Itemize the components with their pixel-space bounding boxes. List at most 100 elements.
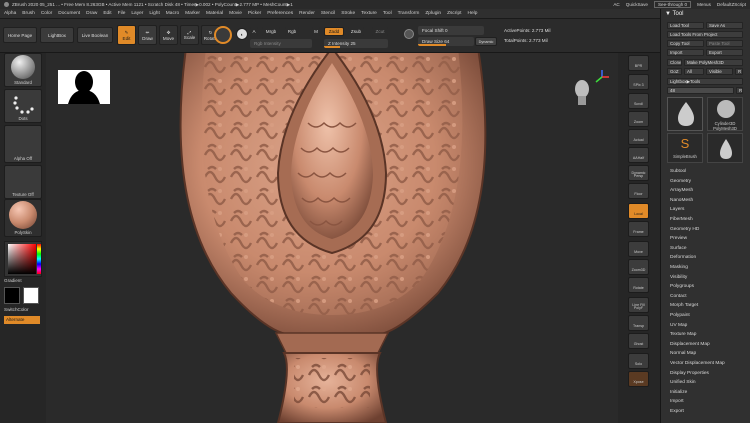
tool-menu-uv-map[interactable]: UV Map (670, 321, 687, 330)
zcut-toggle[interactable]: Zcut (372, 27, 388, 36)
tool-menu-vector-displacement-map[interactable]: Vector Displacement Map (670, 359, 725, 368)
secondary-color-swatch[interactable] (23, 287, 39, 304)
menu-item-render[interactable]: Render (299, 11, 315, 16)
shelf-ghost-button[interactable]: Ghost (628, 333, 649, 349)
lightbox-tools-button[interactable]: Lightbox▶Tools (667, 78, 743, 85)
gradient-label[interactable]: Gradient (4, 278, 22, 283)
shelf-local-button[interactable]: Local (628, 203, 649, 219)
menu-item-light[interactable]: Light (149, 11, 159, 16)
export-button[interactable]: Export (706, 49, 743, 56)
menu-item-draw[interactable]: Draw (86, 11, 97, 16)
menu-item-marker[interactable]: Marker (185, 11, 200, 16)
brush-mode-icon[interactable] (214, 26, 232, 44)
r-button[interactable]: R (735, 68, 743, 75)
color-mode-icon[interactable]: ◐ (236, 28, 248, 40)
rgb-toggle[interactable]: Rgb (285, 27, 299, 36)
dynamic-button[interactable]: Dynamic (475, 37, 497, 46)
menu-item-transform[interactable]: Transform (398, 11, 420, 16)
menu-item-stroke[interactable]: Stroke (341, 11, 355, 16)
tool-menu-visibility[interactable]: Visibility (670, 273, 687, 282)
shelf-spix-3-button[interactable]: SPix 3 (628, 74, 649, 90)
import-button[interactable]: Import (667, 49, 704, 56)
menu-item-zscript[interactable]: Zscript (447, 11, 461, 16)
menu-item-material[interactable]: Material (206, 11, 223, 16)
shelf-bpr-button[interactable]: BPR (628, 55, 649, 71)
shelf-transp-button[interactable]: Transp (628, 315, 649, 331)
alternate-button[interactable]: Alternate (4, 316, 40, 324)
texture-off-button[interactable]: Texture Off (4, 165, 42, 199)
see-through-slider[interactable]: See-through 0 (653, 1, 692, 8)
load-tool-button[interactable]: Load Tool (667, 22, 704, 29)
move-button[interactable]: ✥ Move (159, 25, 178, 45)
shelf-zoom-button[interactable]: Zoom (628, 111, 649, 127)
ac-button[interactable]: AC (613, 2, 619, 7)
zsub-toggle[interactable]: Zsub (348, 27, 364, 36)
live-boolean-button[interactable]: Live Boolean (77, 27, 113, 43)
menu-item-preferences[interactable]: Preferences (267, 11, 293, 16)
tool-menu-normal-map[interactable]: Normal Map (670, 349, 696, 358)
current-tool-thumbnail[interactable] (667, 97, 703, 131)
zadd-toggle[interactable]: Zadd (324, 27, 344, 36)
save-as-button[interactable]: Save As (706, 22, 743, 29)
color-picker-square[interactable] (8, 244, 36, 274)
tool-menu-displacement-map[interactable]: Displacement Map (670, 340, 710, 349)
menu-item-color[interactable]: Color (41, 11, 52, 16)
tool-count-slider[interactable]: 48 (667, 87, 734, 94)
tool-menu-preview[interactable]: Preview (670, 234, 687, 243)
tool-menu-fibermesh[interactable]: FiberMesh (670, 215, 693, 224)
canvas-viewport[interactable] (46, 53, 618, 423)
navigation-head-icon[interactable] (572, 79, 592, 107)
rgb-intensity-slider[interactable]: Rgb Intensity (250, 39, 312, 48)
menu-item-stencil[interactable]: Stencil (321, 11, 335, 16)
menu-item-layer[interactable]: Layer (131, 11, 143, 16)
tool-menu-contact[interactable]: Contact (670, 292, 687, 301)
scale-button[interactable]: ⤢ Scale (180, 25, 199, 45)
menu-item-edit[interactable]: Edit (103, 11, 111, 16)
make-polymesh3d-button[interactable]: Make PolyMesh3D (684, 59, 743, 66)
shelf-move-button[interactable]: Move (628, 241, 649, 257)
cylinder3d-thumb[interactable]: Cylinder3D PolyMesh3D (707, 97, 743, 131)
m-toggle[interactable]: M (312, 27, 320, 36)
tool-menu-layers[interactable]: Layers (670, 205, 684, 214)
shelf-dynamic-persp-button[interactable]: Dynamic Persp (628, 165, 649, 181)
shelf-line-fill-polyf-button[interactable]: Line Fill PolyF (628, 297, 649, 313)
tool-menu-arraymesh[interactable]: ArrayMesh (670, 186, 693, 195)
color-picker[interactable] (4, 241, 42, 277)
focal-shift-slider[interactable]: Focal Shift 0 (418, 26, 484, 35)
visible-button[interactable]: Visible (706, 68, 733, 75)
mrgb-toggle[interactable]: Mrgb (262, 27, 280, 36)
menu-item-document[interactable]: Document (58, 11, 80, 16)
tool-menu-nanomesh[interactable]: NanoMesh (670, 196, 693, 205)
tool-thumb-4[interactable] (707, 133, 743, 163)
quicksave-button[interactable]: QuickSave (626, 2, 648, 7)
home-page-button[interactable]: Home Page (3, 27, 37, 43)
switchcolor-button[interactable]: SwitchColor (4, 307, 29, 312)
menu-item-movie[interactable]: Movie (229, 11, 242, 16)
r2-button[interactable]: R (736, 87, 743, 94)
stroke-dots-button[interactable]: Dots (4, 89, 42, 123)
default-zscript-button[interactable]: DefaultZScript (717, 2, 746, 7)
tool-menu-initialize[interactable]: Initialize (670, 388, 687, 397)
material-polyskin-button[interactable]: PolySkin (4, 199, 42, 237)
menu-item-brush[interactable]: Brush (22, 11, 35, 16)
brush-standard-button[interactable]: Standard (4, 53, 42, 87)
shelf-zoom3d-button[interactable]: Zoom3D (628, 259, 649, 275)
menu-item-zplugin[interactable]: Zplugin (425, 11, 441, 16)
edit-button[interactable]: ✎ Edit (117, 25, 136, 45)
axis-gizmo-icon[interactable] (594, 69, 610, 85)
load-tools-from-project-button[interactable]: Load Tools From Project (667, 31, 743, 38)
shelf-frame-button[interactable]: Frame (628, 221, 649, 237)
tool-menu-texture-map[interactable]: Texture Map (670, 330, 696, 339)
lightbox-button[interactable]: LightBox (40, 27, 74, 43)
all-button[interactable]: All (684, 68, 704, 75)
main-color-swatch[interactable] (4, 287, 20, 304)
tool-menu-display-properties[interactable]: Display Properties (670, 369, 709, 378)
tool-menu-subtool[interactable]: Subtool (670, 167, 686, 176)
shelf-aahalf-button[interactable]: AAHalf (628, 147, 649, 163)
copy-tool-button[interactable]: Copy Tool (667, 40, 704, 47)
menu-item-macro[interactable]: Macro (166, 11, 179, 16)
draw-size-slider[interactable]: Draw Size 64 (418, 37, 474, 46)
menu-item-tool[interactable]: Tool (383, 11, 392, 16)
menu-item-picker[interactable]: Picker (248, 11, 261, 16)
draw-size-lock-icon[interactable] (404, 29, 414, 39)
